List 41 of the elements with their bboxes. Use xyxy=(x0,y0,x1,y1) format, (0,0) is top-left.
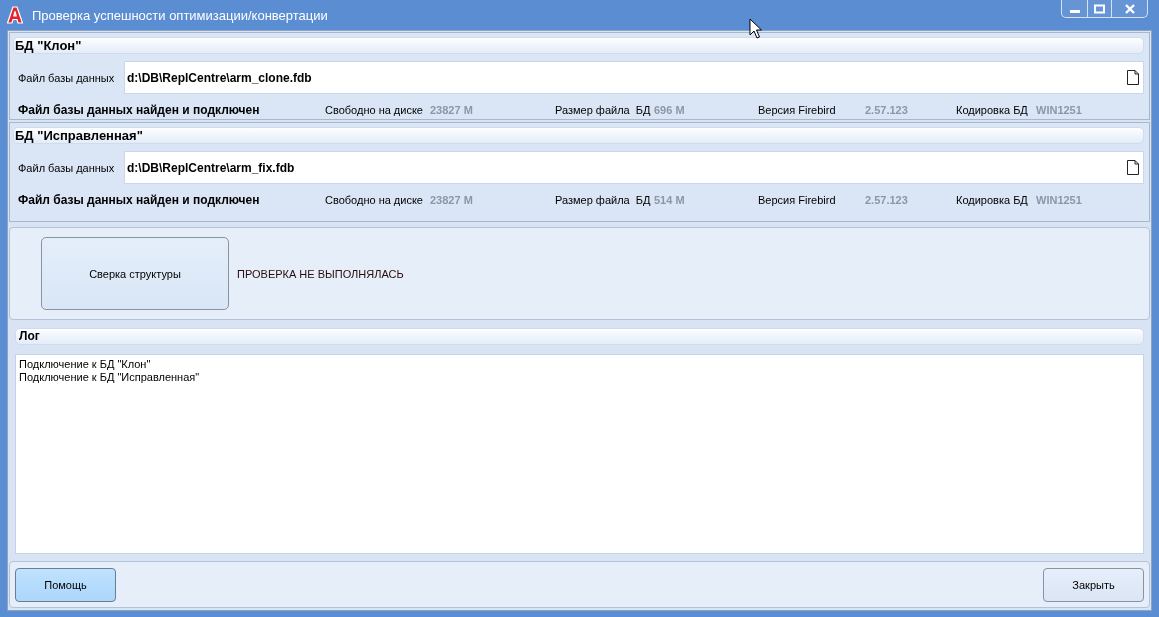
close-icon xyxy=(1124,3,1135,14)
maximize-icon xyxy=(1094,3,1105,14)
document-icon[interactable] xyxy=(1127,70,1139,85)
section-title: БД "Исправленная" xyxy=(15,128,143,143)
section-title: БД "Клон" xyxy=(15,38,82,53)
status-text: Файл базы данных найден и подключен xyxy=(17,103,261,117)
app-logo-icon xyxy=(7,6,23,24)
maximize-button[interactable] xyxy=(1088,0,1112,17)
document-icon[interactable] xyxy=(1127,160,1139,175)
check-result-text: ПРОВЕРКА НЕ ВЫПОЛНЯЛАСЬ xyxy=(237,267,404,280)
structure-check-button[interactable]: Сверка структуры xyxy=(41,237,229,310)
file-path-field[interactable]: d:\DB\ReplCentre\arm_fix.fdb xyxy=(124,151,1144,184)
log-line: Подключение к БД "Исправленная" xyxy=(19,371,200,384)
info-value: WIN1251 xyxy=(1036,104,1082,116)
info-label: Кодировка БД xyxy=(956,194,1029,206)
close-button[interactable] xyxy=(1112,0,1147,17)
mouse-pointer-icon xyxy=(749,18,762,39)
info-label: Размер файла БД xyxy=(555,104,652,116)
info-label: Свободно на диске xyxy=(325,104,424,116)
minimize-button[interactable] xyxy=(1062,0,1088,17)
info-value: 23827 M xyxy=(430,194,473,206)
info-label: Версия Firebird xyxy=(758,194,837,206)
info-value: 696 M xyxy=(654,104,685,116)
info-value: 514 M xyxy=(654,194,685,206)
info-label: Свободно на диске xyxy=(325,194,424,206)
info-value: WIN1251 xyxy=(1036,194,1082,206)
info-label: Версия Firebird xyxy=(758,104,837,116)
info-value: 23827 M xyxy=(430,104,473,116)
section-title: Лог xyxy=(19,329,40,343)
footer-button[interactable]: Закрыть xyxy=(1043,567,1144,602)
info-label: Кодировка БД xyxy=(956,104,1029,116)
info-label: Размер файла БД xyxy=(555,194,652,206)
field-label: Файл базы данных xyxy=(17,71,116,84)
info-value: 2.57.123 xyxy=(865,194,908,206)
log-line: Подключение к БД "Клон" xyxy=(19,358,151,371)
field-label: Файл базы данных xyxy=(17,161,116,174)
window-title: Проверка успешности оптимизации/конвертации xyxy=(32,7,328,23)
info-value: 2.57.123 xyxy=(865,104,908,116)
status-text: Файл базы данных найден и подключен xyxy=(17,193,261,207)
file-path-field[interactable]: d:\DB\ReplCentre\arm_clone.fdb xyxy=(124,61,1144,94)
footer-button[interactable]: Помощь xyxy=(15,567,116,602)
